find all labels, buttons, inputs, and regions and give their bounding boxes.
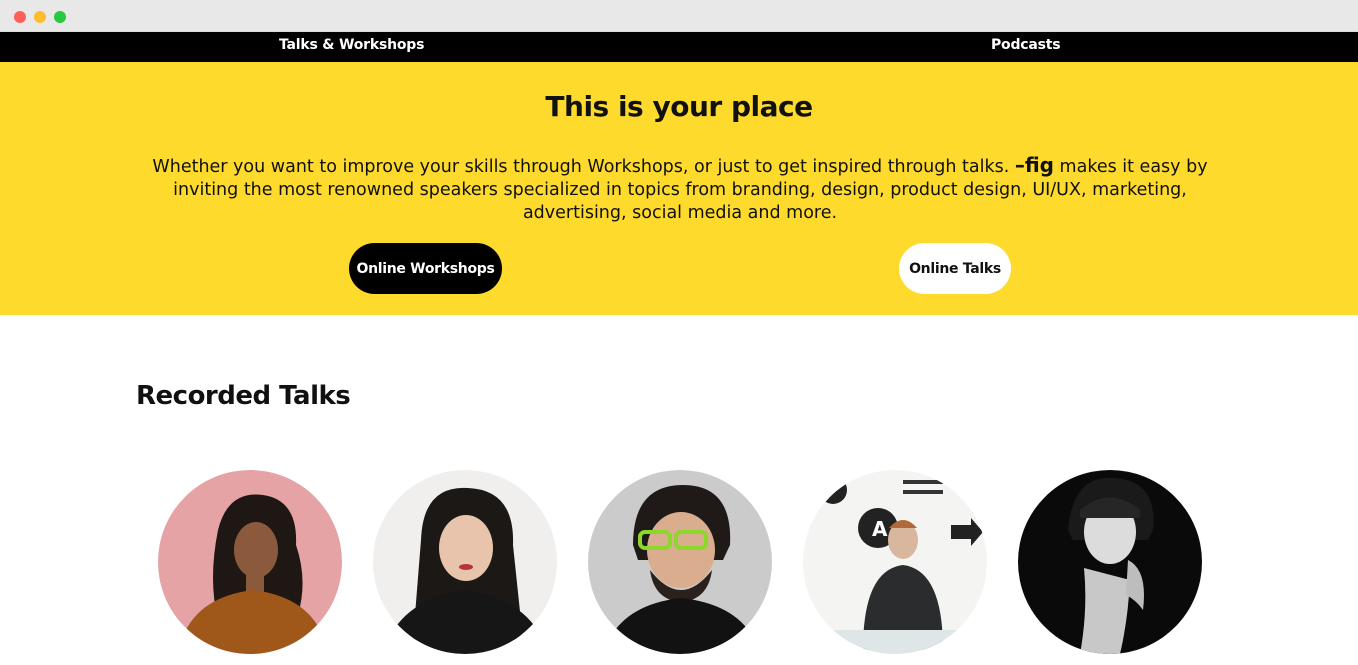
nav-link-podcasts[interactable]: Podcasts bbox=[991, 37, 1061, 53]
hero-title: This is your place bbox=[545, 90, 813, 123]
online-talks-button[interactable]: Online Talks bbox=[899, 243, 1011, 294]
nav-link-talks-workshops[interactable]: Talks & Workshops bbox=[279, 37, 424, 53]
hero-description: Whether you want to improve your skills … bbox=[140, 154, 1220, 225]
svg-text:A: A bbox=[872, 517, 888, 541]
speaker-photo-5[interactable] bbox=[1018, 470, 1202, 654]
speaker-photo-3[interactable] bbox=[588, 470, 772, 654]
minimize-window-icon[interactable] bbox=[34, 11, 46, 23]
top-navigation: Talks & Workshops Podcasts bbox=[0, 32, 1358, 62]
speaker-photo-2[interactable] bbox=[373, 470, 557, 654]
speaker-photo-4[interactable]: A bbox=[803, 470, 987, 654]
online-workshops-button[interactable]: Online Workshops bbox=[349, 243, 502, 294]
hero-text-part-1: Whether you want to improve your skills … bbox=[152, 157, 1015, 177]
browser-window-bar bbox=[0, 0, 1358, 32]
close-window-icon[interactable] bbox=[14, 11, 26, 23]
speaker-photo-1[interactable] bbox=[158, 470, 342, 654]
maximize-window-icon[interactable] bbox=[54, 11, 66, 23]
hero-section: This is your place Whether you want to i… bbox=[0, 62, 1358, 315]
recorded-talks-title: Recorded Talks bbox=[136, 381, 351, 411]
brand-name: –fig bbox=[1014, 153, 1054, 177]
